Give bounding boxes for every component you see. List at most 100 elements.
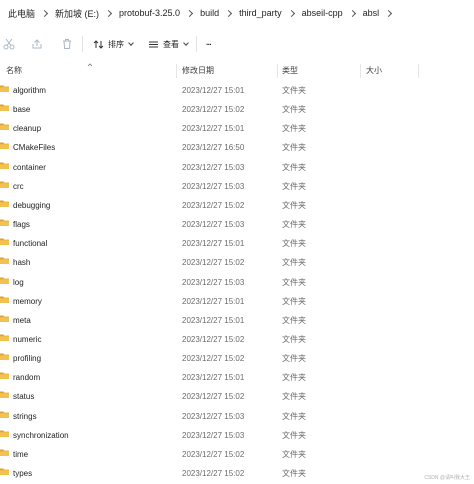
file-type: 文件夹 <box>282 220 306 230</box>
file-type: 文件夹 <box>282 124 306 134</box>
file-name: functional <box>13 239 48 249</box>
list-item[interactable]: container 2023/12/27 15:03 文件夹 <box>0 158 474 177</box>
file-modified: 2023/12/27 15:01 <box>182 239 245 249</box>
folder-icon <box>0 257 9 265</box>
folder-icon <box>0 449 9 456</box>
file-type: 文件夹 <box>282 258 306 268</box>
file-type: 文件夹 <box>282 105 306 115</box>
list-item[interactable]: numeric 2023/12/27 15:02 文件夹 <box>0 330 474 349</box>
folder-icon <box>0 200 9 207</box>
breadcrumb-item[interactable]: 此电脑 <box>8 7 35 20</box>
file-type: 文件夹 <box>282 315 306 325</box>
list-item[interactable]: crc 2023/12/27 15:03 文件夹 <box>0 177 474 196</box>
view-button[interactable]: 查看 <box>148 37 189 51</box>
chevron-right-icon[interactable] <box>348 9 356 17</box>
list-item[interactable]: hash 2023/12/27 15:02 文件夹 <box>0 253 474 272</box>
column-divider[interactable] <box>418 64 419 78</box>
file-type: 文件夹 <box>282 162 306 172</box>
list-item[interactable]: strings 2023/12/27 15:03 文件夹 <box>0 407 474 426</box>
list-item[interactable]: synchronization 2023/12/27 15:03 文件夹 <box>0 426 474 445</box>
file-name: flags <box>13 220 30 230</box>
toolbar-divider <box>196 36 197 52</box>
file-type: 文件夹 <box>282 181 306 191</box>
file-name: algorithm <box>13 86 46 95</box>
folder-icon <box>0 277 9 284</box>
breadcrumb-item[interactable]: absl <box>363 8 380 18</box>
folder-icon <box>0 411 9 418</box>
column-modified[interactable]: 修改日期 <box>182 62 214 80</box>
file-type: 文件夹 <box>282 277 306 287</box>
column-divider[interactable] <box>277 64 278 78</box>
file-type: 文件夹 <box>282 334 306 344</box>
chevron-right-icon[interactable] <box>186 9 194 17</box>
column-size[interactable]: 大小 <box>366 62 382 80</box>
breadcrumb-item[interactable]: 新加坡 (E:) <box>55 7 99 20</box>
folder-icon <box>0 353 9 361</box>
column-name[interactable]: 名称 <box>6 62 22 80</box>
chevron-down-icon <box>183 40 189 46</box>
list-item[interactable]: algorithm 2023/12/27 15:01 文件夹 <box>0 81 474 100</box>
trash-icon[interactable] <box>61 38 73 50</box>
file-type: 文件夹 <box>282 86 306 95</box>
chevron-right-icon[interactable] <box>385 9 393 17</box>
file-name: cleanup <box>13 124 42 134</box>
list-item[interactable]: CMakeFiles 2023/12/27 16:50 文件夹 <box>0 138 474 157</box>
command-bar: 排序 查看 ··· <box>0 30 474 58</box>
chevron-right-icon[interactable] <box>40 9 49 17</box>
list-item[interactable]: functional 2023/12/27 15:01 文件夹 <box>0 234 474 253</box>
file-modified: 2023/12/27 15:03 <box>182 220 245 230</box>
sort-icon <box>93 39 104 49</box>
file-name: random <box>13 373 41 383</box>
file-modified: 2023/12/27 16:50 <box>182 143 245 153</box>
file-type: 文件夹 <box>282 354 306 364</box>
file-modified: 2023/12/27 15:01 <box>182 315 245 325</box>
column-type[interactable]: 类型 <box>282 62 298 80</box>
list-item[interactable]: random 2023/12/27 15:01 文件夹 <box>0 368 474 387</box>
column-header: 名称 修改日期 类型 大小 <box>0 62 474 80</box>
folder-icon <box>0 372 9 380</box>
breadcrumb-item[interactable]: build <box>200 8 219 18</box>
list-item[interactable]: log 2023/12/27 15:03 文件夹 <box>0 273 474 292</box>
file-name: types <box>13 469 33 478</box>
breadcrumb-item[interactable]: third_party <box>239 8 282 18</box>
file-modified: 2023/12/27 15:02 <box>182 469 245 478</box>
list-item[interactable]: types 2023/12/27 15:02 文件夹 <box>0 464 474 483</box>
file-modified: 2023/12/27 15:03 <box>182 181 245 191</box>
chevron-right-icon[interactable] <box>287 9 295 17</box>
file-modified: 2023/12/27 15:02 <box>182 105 245 115</box>
view-icon <box>149 41 158 47</box>
file-type: 文件夹 <box>282 392 306 402</box>
breadcrumb-item[interactable]: protobuf-3.25.0 <box>119 8 180 18</box>
chevron-right-icon[interactable] <box>225 9 233 17</box>
list-item[interactable]: status 2023/12/27 15:02 文件夹 <box>0 387 474 406</box>
list-item[interactable]: flags 2023/12/27 15:03 文件夹 <box>0 215 474 234</box>
file-type: 文件夹 <box>282 430 306 440</box>
sort-ascending-icon <box>87 63 93 67</box>
view-label: 查看 <box>163 39 179 49</box>
chevron-right-icon[interactable] <box>104 9 113 17</box>
list-item[interactable]: meta 2023/12/27 15:01 文件夹 <box>0 311 474 330</box>
file-name: meta <box>13 315 31 325</box>
list-item[interactable]: debugging 2023/12/27 15:02 文件夹 <box>0 196 474 215</box>
more-options-button[interactable]: ··· <box>206 37 212 51</box>
list-item[interactable]: base 2023/12/27 15:02 文件夹 <box>0 100 474 119</box>
file-name: hash <box>13 258 31 268</box>
list-item[interactable]: time 2023/12/27 15:02 文件夹 <box>0 445 474 464</box>
file-type: 文件夹 <box>282 469 306 478</box>
breadcrumb-item[interactable]: abseil-cpp <box>302 8 343 18</box>
share-icon[interactable] <box>31 38 43 50</box>
sort-button[interactable]: 排序 <box>93 37 134 51</box>
list-item[interactable]: cleanup 2023/12/27 15:01 文件夹 <box>0 119 474 138</box>
file-type: 文件夹 <box>282 373 306 383</box>
column-divider[interactable] <box>360 64 361 78</box>
file-modified: 2023/12/27 15:02 <box>182 334 245 344</box>
file-modified: 2023/12/27 15:02 <box>182 200 245 210</box>
list-item[interactable]: profiling 2023/12/27 15:02 文件夹 <box>0 349 474 368</box>
list-item[interactable]: memory 2023/12/27 15:01 文件夹 <box>0 292 474 311</box>
scissors-icon[interactable] <box>3 38 15 50</box>
folder-icon <box>0 296 9 303</box>
file-modified: 2023/12/27 15:02 <box>182 449 245 459</box>
column-divider[interactable] <box>176 64 177 78</box>
folder-icon <box>0 334 9 341</box>
file-name: time <box>13 449 29 459</box>
